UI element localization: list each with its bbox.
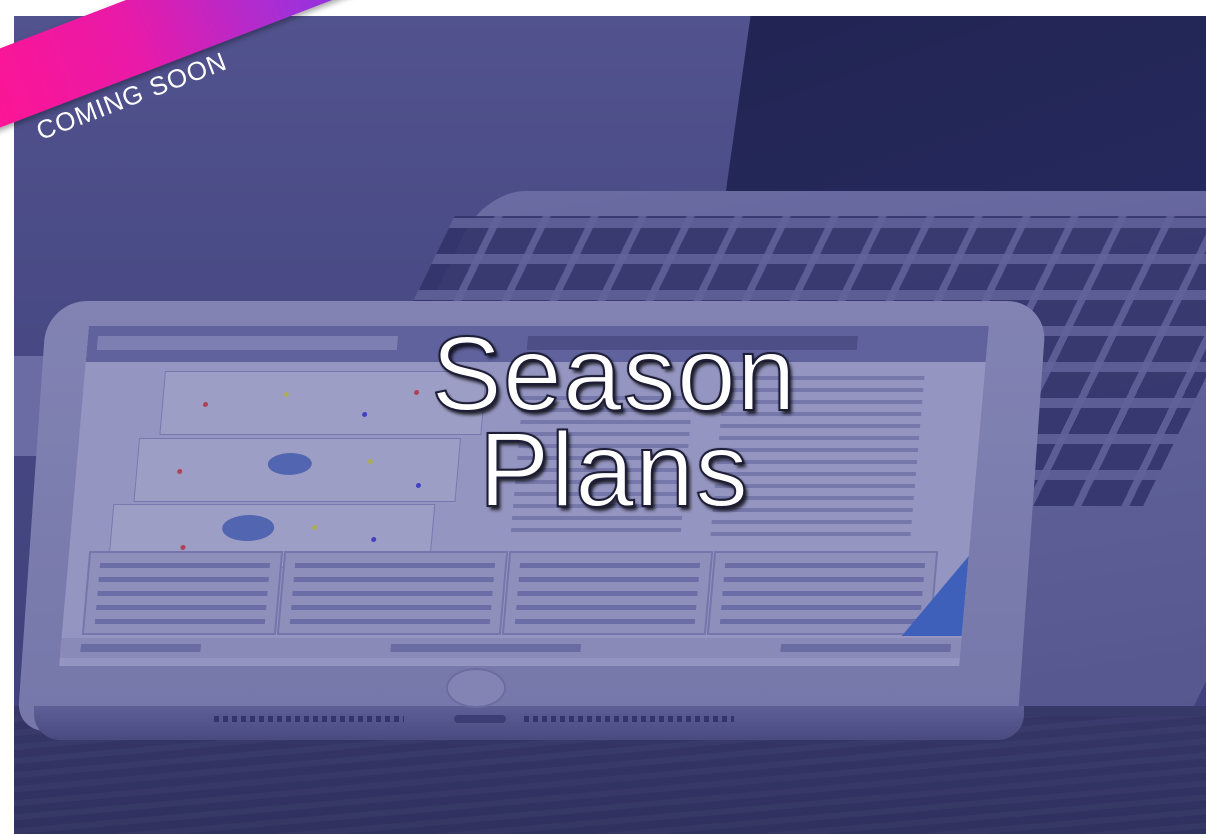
card-title-line-2: Plans — [478, 411, 750, 529]
card-title-line-1: Season — [430, 315, 797, 433]
card-title: Season Plans — [314, 315, 914, 529]
coming-soon-ribbon: COMING SOON — [0, 0, 400, 200]
